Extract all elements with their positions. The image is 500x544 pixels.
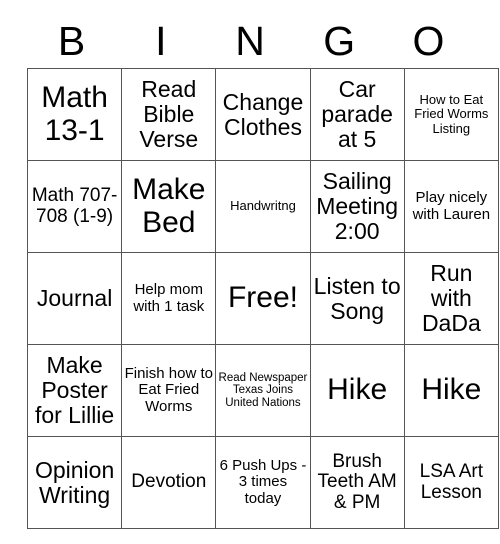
bingo-card: B I N G O Math 13-1 Read Bible Verse Cha… [26, 14, 499, 529]
bingo-cell[interactable]: 6 Push Ups - 3 times today [215, 436, 311, 529]
bingo-cell-label: Devotion [131, 471, 207, 493]
bingo-header-letter-b: B [57, 17, 86, 64]
bingo-header-letter-n: N [235, 17, 265, 64]
bingo-cell-label: Math 13-1 [41, 81, 108, 147]
bingo-cell[interactable]: Handwritng [215, 160, 311, 253]
bingo-cell[interactable]: Help mom with 1 task [121, 252, 217, 345]
bingo-cell[interactable]: Brush Teeth AM & PM [309, 436, 405, 529]
bingo-cell[interactable]: Journal [26, 252, 123, 345]
bingo-cell-label: LSA Art Lesson [419, 460, 484, 503]
bingo-cell-label: Finish how to Eat Fried Worms [124, 365, 213, 415]
bingo-cell-label: 6 Push Ups - 3 times today [219, 457, 307, 507]
bingo-cell-label: How to Eat Fried Worms Listing [414, 92, 489, 136]
bingo-cell[interactable]: Math 13-1 [26, 68, 123, 161]
bingo-cell-label: Help mom with 1 task [133, 281, 205, 315]
bingo-cell-label: Car parade at 5 [321, 76, 393, 152]
bingo-cell-label: Read Newspaper Texas Joins United Nation… [218, 371, 308, 409]
bingo-cell-label: Sailing Meeting 2:00 [316, 168, 399, 244]
bingo-cell[interactable]: Run with DaDa [403, 252, 499, 345]
bingo-cell-label: Make Poster for Lillie [34, 352, 115, 428]
bingo-cell[interactable]: Play nicely with Lauren [403, 160, 499, 253]
bingo-cell[interactable]: Read Newspaper Texas Joins United Nation… [215, 344, 311, 437]
bingo-cell-label: Read Bible Verse [139, 76, 199, 152]
bingo-cell-label: Run with DaDa [421, 260, 481, 336]
bingo-cell[interactable]: Hike [309, 344, 405, 437]
bingo-header: B I N G O [27, 14, 473, 68]
bingo-cell[interactable]: Make Poster for Lillie [26, 344, 123, 437]
bingo-cell[interactable]: Finish how to Eat Fried Worms [121, 344, 217, 437]
bingo-row: Math 707-708 (1-9) Make Bed Handwritng S… [26, 160, 499, 253]
bingo-row: Make Poster for Lillie Finish how to Eat… [26, 344, 499, 437]
bingo-cell[interactable]: Devotion [121, 436, 217, 529]
bingo-cell-label: Handwritng [230, 198, 296, 214]
bingo-header-letter-o: O [412, 17, 445, 64]
bingo-row: Opinion Writing Devotion 6 Push Ups - 3 … [26, 436, 499, 529]
bingo-row: Journal Help mom with 1 task Free! Liste… [26, 252, 499, 345]
bingo-cell[interactable]: How to Eat Fried Worms Listing [403, 68, 499, 161]
bingo-cell-label: Brush Teeth AM & PM [317, 450, 397, 513]
bingo-cell-free[interactable]: Free! [215, 252, 311, 345]
bingo-cell-label: Hike [421, 373, 482, 407]
bingo-grid: Math 13-1 Read Bible Verse Change Clothe… [26, 68, 499, 529]
bingo-cell[interactable]: Opinion Writing [26, 436, 123, 529]
bingo-header-letter-i: I [155, 17, 167, 64]
bingo-cell-label: Free! [227, 281, 298, 315]
bingo-header-letter-g: G [323, 17, 356, 64]
bingo-cell-label: Hike [327, 373, 388, 407]
bingo-cell[interactable]: Make Bed [121, 160, 217, 253]
bingo-cell[interactable]: LSA Art Lesson [403, 436, 499, 529]
bingo-cell[interactable]: Car parade at 5 [309, 68, 405, 161]
bingo-cell[interactable]: Read Bible Verse [121, 68, 217, 161]
bingo-cell[interactable]: Change Clothes [215, 68, 311, 161]
bingo-cell-label: Change Clothes [222, 88, 304, 140]
bingo-cell-label: Opinion Writing [34, 456, 115, 508]
bingo-cell-label: Make Bed [132, 173, 206, 239]
bingo-row: Math 13-1 Read Bible Verse Change Clothe… [26, 68, 499, 161]
bingo-cell[interactable]: Math 707-708 (1-9) [26, 160, 123, 253]
bingo-cell[interactable]: Hike [403, 344, 499, 437]
bingo-cell-label: Journal [36, 285, 113, 312]
bingo-cell-label: Play nicely with Lauren [412, 189, 491, 223]
bingo-cell[interactable]: Sailing Meeting 2:00 [309, 160, 405, 253]
bingo-cell-label: Listen to Song [313, 272, 401, 324]
bingo-cell[interactable]: Listen to Song [309, 252, 405, 345]
bingo-cell-label: Math 707-708 (1-9) [31, 184, 118, 227]
